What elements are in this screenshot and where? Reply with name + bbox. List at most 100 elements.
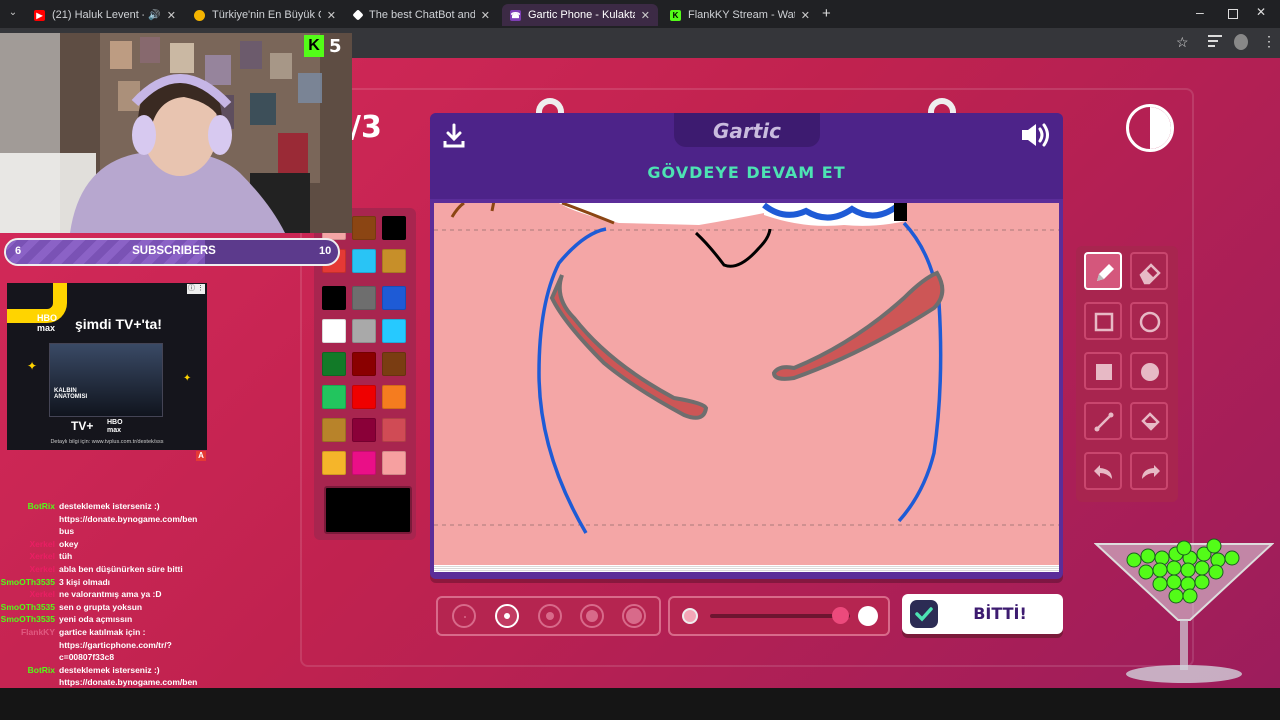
chat-message: BotRix desteklemek isterseniz :) bbox=[0, 664, 300, 677]
bynogame-icon bbox=[194, 9, 205, 21]
chat-username[interactable]: Xerkel bbox=[0, 563, 59, 576]
color-swatch[interactable] bbox=[322, 319, 346, 343]
minimize-button[interactable]: – bbox=[1196, 4, 1204, 20]
ad-poster-title: KALBIN ANATOMISI bbox=[54, 388, 88, 400]
color-swatch[interactable] bbox=[322, 418, 346, 442]
brush-size-4[interactable] bbox=[580, 604, 604, 628]
chat-username[interactable] bbox=[0, 513, 59, 526]
brush-size-5[interactable] bbox=[622, 604, 646, 628]
browser-tab[interactable]: The best ChatBot and Widgets ✕ bbox=[346, 4, 498, 26]
pencil-icon bbox=[1091, 259, 1117, 285]
chat-username[interactable]: SmoOTh3535 bbox=[0, 613, 59, 626]
chat-username[interactable] bbox=[0, 651, 59, 664]
eraser-icon bbox=[1137, 259, 1163, 285]
stream-chat: BotRix desteklemek isterseniz :) https://d… bbox=[0, 500, 300, 714]
color-swatch[interactable] bbox=[382, 352, 406, 376]
rectangle-outline-tool-button[interactable] bbox=[1084, 302, 1122, 340]
new-tab-button[interactable]: + bbox=[822, 5, 831, 22]
bottom-strip bbox=[0, 688, 1280, 720]
color-swatch[interactable] bbox=[352, 286, 376, 310]
color-swatch[interactable] bbox=[322, 286, 346, 310]
color-swatch[interactable] bbox=[352, 418, 376, 442]
ad-poster: KALBIN ANATOMISI bbox=[49, 343, 163, 417]
color-swatch[interactable] bbox=[352, 385, 376, 409]
redo-icon bbox=[1137, 459, 1163, 485]
eraser-tool-button[interactable] bbox=[1130, 252, 1168, 290]
download-icon[interactable] bbox=[442, 123, 466, 149]
color-swatch[interactable] bbox=[352, 451, 376, 475]
ad-hbomax-small: HBO max bbox=[107, 419, 123, 434]
brush-size-2-selected[interactable] bbox=[495, 604, 519, 628]
line-tool-button[interactable] bbox=[1084, 402, 1122, 440]
circle-filled-icon bbox=[1137, 359, 1163, 385]
color-swatch[interactable] bbox=[352, 216, 376, 240]
browser-tab[interactable]: ▶ (21) Haluk Levent - Elfida - 🔊 ✕ bbox=[26, 4, 184, 26]
circle-filled-tool-button[interactable] bbox=[1130, 352, 1168, 390]
color-swatch[interactable] bbox=[322, 352, 346, 376]
current-color-swatch bbox=[324, 486, 412, 534]
brush-size-1[interactable] bbox=[452, 604, 476, 628]
browser-tab[interactable]: Türkiye'nin En Büyük Oyuncu D ✕ bbox=[186, 4, 344, 26]
speaker-icon[interactable] bbox=[1020, 121, 1052, 149]
browser-tab-active[interactable]: ☎ Gartic Phone - Kulaktan Kulağa ✕ bbox=[502, 4, 658, 26]
bucket-tool-button[interactable] bbox=[1130, 402, 1168, 440]
brush-size-3[interactable] bbox=[538, 604, 562, 628]
color-swatch[interactable] bbox=[382, 286, 406, 310]
chat-text: https://donate.bynogame.com/ben bbox=[59, 513, 198, 524]
opacity-slider-handle[interactable] bbox=[832, 607, 849, 624]
chat-username[interactable]: BotRix bbox=[0, 664, 59, 677]
color-swatch[interactable] bbox=[382, 319, 406, 343]
chat-username[interactable]: BotRix bbox=[0, 500, 59, 513]
undo-tool-button[interactable] bbox=[1084, 452, 1122, 490]
close-window-button[interactable]: ✕ bbox=[1256, 5, 1266, 19]
extension-icon[interactable] bbox=[1234, 34, 1248, 50]
close-tab-icon[interactable]: ✕ bbox=[167, 9, 176, 22]
media-controls-icon[interactable] bbox=[1208, 35, 1222, 47]
chat-username[interactable] bbox=[0, 639, 59, 652]
chat-username[interactable]: SmoOTh3535 bbox=[0, 576, 59, 589]
chat-text: bus bbox=[59, 526, 75, 537]
chat-message: Xerkel okey bbox=[0, 538, 300, 551]
chat-username[interactable]: Xerkel bbox=[0, 538, 59, 551]
youtube-icon: ▶ bbox=[34, 9, 45, 21]
color-swatch[interactable] bbox=[382, 249, 406, 273]
color-swatch[interactable] bbox=[382, 418, 406, 442]
chat-username[interactable] bbox=[0, 525, 59, 538]
close-tab-icon[interactable]: ✕ bbox=[641, 9, 650, 22]
circle-outline-tool-button[interactable] bbox=[1130, 302, 1168, 340]
rectangle-filled-tool-button[interactable] bbox=[1084, 352, 1122, 390]
chat-username[interactable]: FlankKY bbox=[0, 626, 59, 639]
chat-text: desteklemek isterseniz :) bbox=[59, 501, 160, 511]
chat-username[interactable]: Xerkel bbox=[0, 588, 59, 601]
browser-menu-icon[interactable]: ⋮ bbox=[1262, 33, 1276, 50]
close-tab-icon[interactable]: ✕ bbox=[481, 9, 490, 22]
browser-tab[interactable]: K FlankKY Stream - Watch Live or ✕ bbox=[662, 4, 818, 26]
advertisement-banner[interactable]: ⓘ ⋮ HBO max şimdi TV+'ta! KALBIN ANATOMI… bbox=[7, 283, 207, 450]
bookmark-star-icon[interactable]: ☆ bbox=[1176, 34, 1189, 51]
color-swatch[interactable] bbox=[352, 319, 376, 343]
color-swatch[interactable] bbox=[352, 352, 376, 376]
close-tab-icon[interactable]: ✕ bbox=[327, 9, 336, 22]
restore-button[interactable] bbox=[1228, 9, 1238, 19]
color-swatch[interactable] bbox=[382, 451, 406, 475]
done-button[interactable]: BİTTİ! bbox=[902, 594, 1063, 634]
color-swatch[interactable] bbox=[322, 385, 346, 409]
color-swatch[interactable] bbox=[382, 385, 406, 409]
chat-text: 3 kişi olmadı bbox=[59, 576, 111, 587]
drawing-canvas[interactable] bbox=[434, 203, 1059, 565]
chat-username[interactable]: Xerkel bbox=[0, 550, 59, 563]
chat-username[interactable]: SmoOTh3535 bbox=[0, 601, 59, 614]
redo-tool-button[interactable] bbox=[1130, 452, 1168, 490]
pencil-tool-button[interactable] bbox=[1084, 252, 1122, 290]
tab-list-dropdown-icon[interactable]: ⌄ bbox=[6, 7, 20, 21]
rectangle-outline-icon bbox=[1091, 309, 1117, 335]
close-tab-icon[interactable]: ✕ bbox=[801, 9, 810, 22]
round-counter: /3 bbox=[350, 110, 382, 145]
color-swatch[interactable] bbox=[322, 451, 346, 475]
opacity-slider-track[interactable] bbox=[710, 614, 850, 618]
instruction-text: GÖVDEYE DEVAM ET bbox=[647, 163, 846, 182]
chat-message: https://donate.bynogame.com/ben bbox=[0, 513, 300, 526]
color-swatch[interactable] bbox=[382, 216, 406, 240]
ad-info-icon[interactable]: ⓘ ⋮ bbox=[187, 284, 205, 294]
color-swatch[interactable] bbox=[352, 249, 376, 273]
